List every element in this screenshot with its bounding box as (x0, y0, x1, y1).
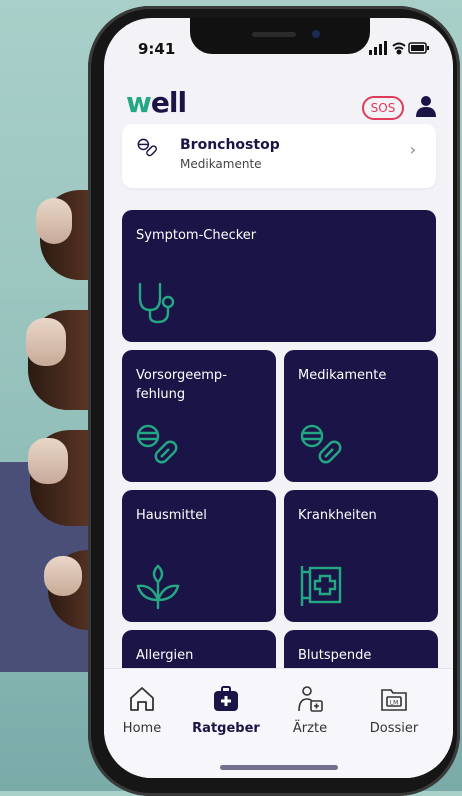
tile-hausmittel[interactable]: Hausmittel (122, 490, 276, 622)
medical-bag-icon (214, 686, 238, 711)
recent-subtitle: Medikamente (180, 157, 262, 171)
tile-label: Medikamente (298, 368, 387, 383)
svg-text:LM: LM (390, 700, 399, 707)
app-logo: well (126, 86, 187, 119)
sos-button[interactable]: SOS (362, 96, 404, 120)
pills-icon (136, 424, 178, 464)
tab-aerzte[interactable]: Ärzte (270, 685, 350, 736)
front-camera (312, 30, 320, 38)
pills-icon (300, 424, 342, 464)
tile-label: Allergien (136, 648, 194, 663)
stethoscope-icon (138, 282, 175, 324)
tile-label: Krankheiten (298, 508, 377, 523)
tile-label: Vorsorgeemp- fehlung (136, 368, 227, 402)
tile-vorsorgeempfehlung[interactable]: Vorsorgeemp- fehlung (122, 350, 276, 482)
tab-dossier[interactable]: LM Dossier (354, 685, 434, 736)
tab-label: Ärzte (292, 721, 328, 736)
tile-label: Symptom-Checker (136, 228, 257, 243)
fingernail-2 (26, 318, 66, 366)
tile-label: Blutspende (298, 648, 372, 663)
speaker (252, 32, 296, 37)
fingernail-3 (28, 438, 68, 484)
phone-notch (190, 18, 370, 54)
plant-icon (136, 564, 180, 610)
wifi-icon (392, 42, 406, 55)
recent-medication-card[interactable]: Bronchostop Medikamente › (122, 124, 436, 188)
app-screen: 9:41 well SOS Bronchostop Medikamente › … (104, 18, 453, 778)
profile-icon[interactable] (414, 94, 438, 118)
tab-home[interactable]: Home (104, 685, 182, 736)
tab-label: Dossier (369, 721, 419, 736)
doctor-icon (298, 686, 323, 712)
tile-label: Hausmittel (136, 508, 207, 523)
tab-ratgeber[interactable]: Ratgeber (186, 685, 266, 736)
tab-label: Ratgeber (192, 721, 260, 736)
tile-krankheiten[interactable]: Krankheiten (284, 490, 438, 622)
status-time: 9:41 (138, 40, 176, 58)
bottom-tab-bar: Home Ratgeber Ärzte LM Dossier (104, 668, 453, 778)
fingernail-4 (44, 556, 82, 596)
pharmacy-sign-icon (300, 566, 342, 606)
tile-symptom-checker[interactable]: Symptom-Checker (122, 210, 436, 342)
chevron-right-icon: › (409, 140, 416, 159)
fingernail-1 (36, 198, 72, 244)
folder-icon: LM (381, 689, 407, 711)
signal-icon (369, 41, 387, 55)
home-icon (130, 687, 154, 711)
battery-icon (408, 42, 429, 54)
tab-label: Home (122, 721, 162, 736)
pills-icon (137, 138, 158, 157)
status-icons (369, 41, 429, 55)
tile-medikamente[interactable]: Medikamente (284, 350, 438, 482)
recent-title: Bronchostop (180, 137, 280, 153)
home-indicator (220, 765, 338, 770)
